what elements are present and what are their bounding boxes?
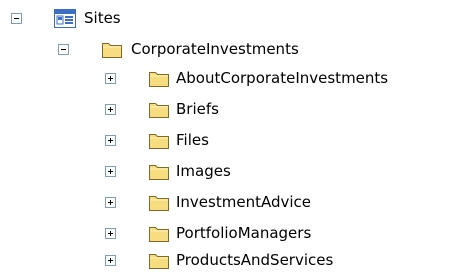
tree-node-sites[interactable]: Sites (0, 4, 452, 34)
folder-icon (148, 131, 170, 150)
tree-node-productsandservices[interactable]: ProductsAndServices (0, 246, 452, 276)
tree-node-files[interactable]: Files (0, 126, 452, 156)
collapse-icon[interactable] (58, 44, 69, 55)
tree-node-label[interactable]: Images (174, 160, 233, 182)
tree-node-aboutcorporateinvestments[interactable]: AboutCorporateInvestments (0, 64, 452, 94)
tree-view: Sites CorporateInvestments AboutCorporat… (0, 0, 452, 276)
tree-node-label[interactable]: AboutCorporateInvestments (174, 67, 390, 89)
tree-node-label[interactable]: PortfolioManagers (174, 222, 313, 244)
expand-icon[interactable] (105, 228, 116, 239)
folder-icon (101, 40, 123, 59)
expand-icon[interactable] (105, 197, 116, 208)
tree-node-label[interactable]: Sites (82, 7, 123, 29)
folder-icon (148, 224, 170, 243)
tree-node-portfoliomanagers[interactable]: PortfolioManagers (0, 219, 452, 249)
site-collection-icon (54, 9, 76, 28)
tree-node-corporateinvestments[interactable]: CorporateInvestments (0, 35, 452, 65)
folder-icon (148, 69, 170, 88)
collapse-icon[interactable] (11, 13, 22, 24)
expand-icon[interactable] (105, 104, 116, 115)
expand-icon[interactable] (105, 255, 116, 266)
folder-icon (148, 251, 170, 270)
tree-node-label[interactable]: CorporateInvestments (129, 38, 301, 60)
expand-icon[interactable] (105, 135, 116, 146)
tree-node-label[interactable]: Files (174, 129, 211, 151)
expand-icon[interactable] (105, 73, 116, 84)
tree-node-label[interactable]: InvestmentAdvice (174, 191, 313, 213)
folder-icon (148, 162, 170, 181)
folder-icon (148, 100, 170, 119)
tree-node-label[interactable]: Briefs (174, 98, 221, 120)
tree-node-label[interactable]: ProductsAndServices (174, 249, 335, 271)
expand-icon[interactable] (105, 166, 116, 177)
tree-node-investmentadvice[interactable]: InvestmentAdvice (0, 188, 452, 218)
tree-node-briefs[interactable]: Briefs (0, 95, 452, 125)
tree-node-images[interactable]: Images (0, 157, 452, 187)
folder-icon (148, 193, 170, 212)
